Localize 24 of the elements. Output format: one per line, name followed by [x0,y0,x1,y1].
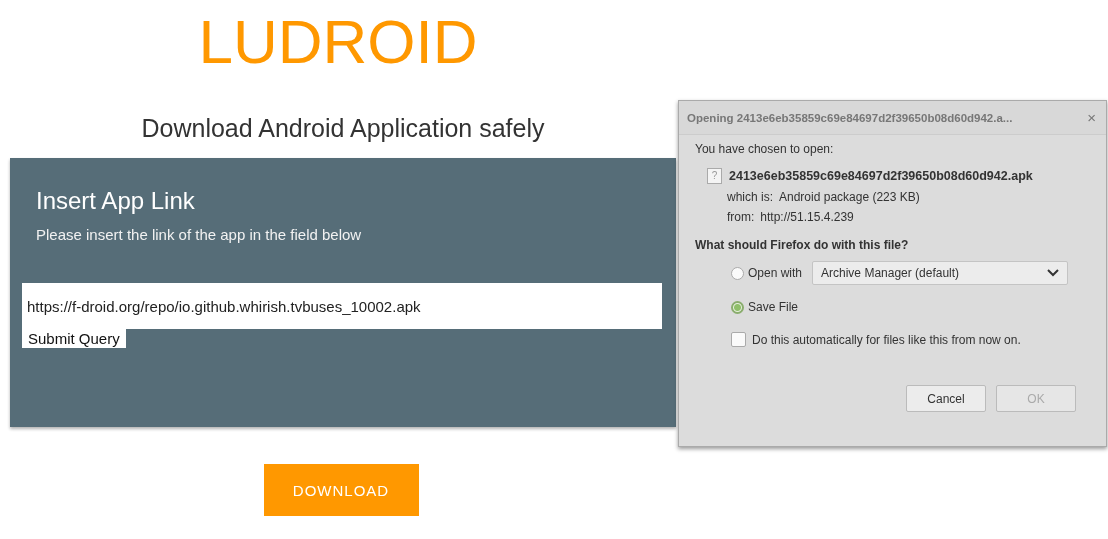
option-label[interactable]: Save File [748,300,799,314]
submit-query-button[interactable]: Submit Query [22,329,126,348]
card-description: Please insert the link of the app in the field below [36,226,362,243]
detail-value: Android package (223 KB) [779,190,920,204]
checkbox[interactable] [731,332,746,347]
dialog-title: Opening 2413e6eb35859c69e84697d2f39650b08d60d942.a... [687,111,1013,124]
card-title: Insert App Link [36,186,195,216]
file-name: 2413e6eb35859c69e84697d2f39650b08d60d942.apk [729,169,1033,183]
radio-button[interactable] [731,300,744,314]
detail-label: from: [727,210,755,224]
logo: LUDROID [198,6,478,78]
option-label[interactable]: Open with [748,266,803,280]
dialog-button[interactable]: Cancel [906,385,986,412]
question-text: What should Firefox do with this file? [695,238,910,252]
subtitle: Download Android Application safely [141,113,545,144]
file-type-icon: ? [707,168,722,184]
checkbox-label[interactable]: Do this automatically for files like this from now on. [752,332,1021,347]
app-dropdown[interactable]: Archive Manager (default) [812,261,1069,285]
intro-text: You have chosen to open: [695,142,835,156]
radio-button[interactable] [731,266,744,280]
detail-label: which is: [727,190,773,204]
chevron-icon [1047,269,1060,277]
link-input-field[interactable]: https://f-droid.org/repo/io.github.whirish.tvbuses_10002.apk [22,283,662,329]
detail-value: http://51.15.4.239 [760,210,854,224]
